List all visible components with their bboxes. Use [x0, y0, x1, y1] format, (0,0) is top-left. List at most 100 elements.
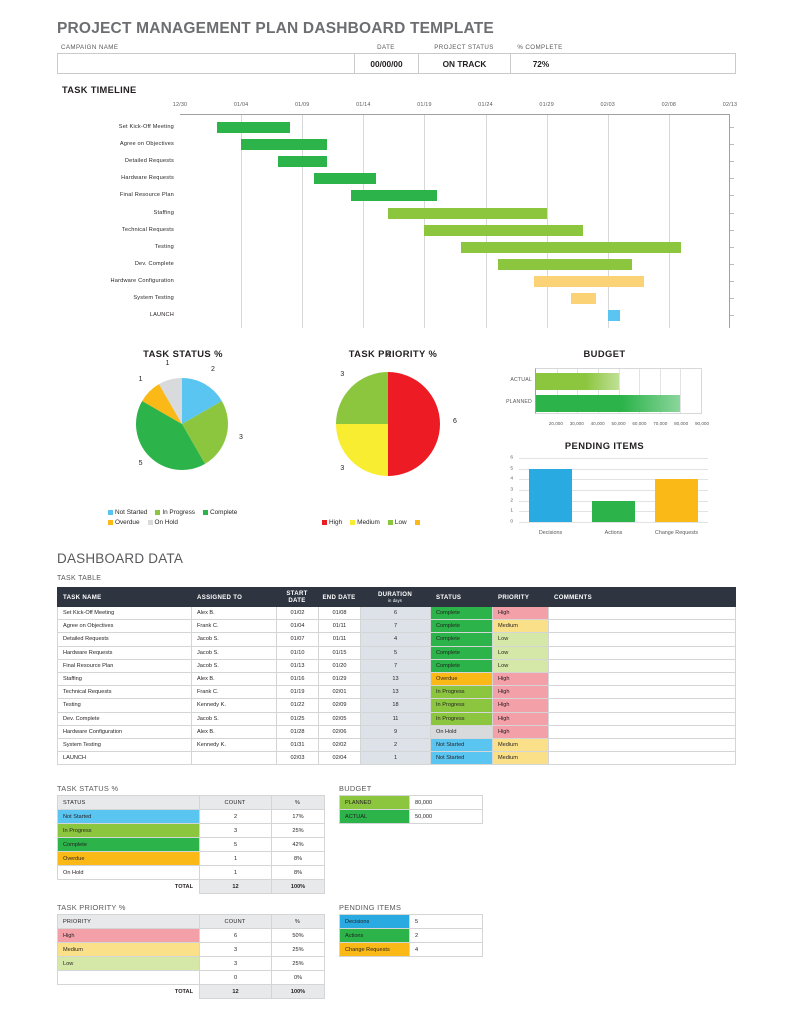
status-summary-row: Complete 5 42%: [57, 837, 325, 852]
legend-swatch-icon: [414, 520, 420, 525]
status-col-count: COUNT: [199, 795, 272, 810]
gantt-bar[interactable]: [241, 139, 327, 151]
table-row[interactable]: Agree on Objectives Frank C. 01/04 01/11 7 Co…: [57, 619, 736, 634]
pending-summary-row: Decisions 5: [339, 914, 483, 929]
legend-item[interactable]: In Progress: [155, 509, 195, 516]
cell-task-name: Agree on Objectives: [57, 619, 192, 634]
gantt-bar[interactable]: [571, 293, 596, 304]
pie-data-label: 2: [211, 366, 215, 374]
table-row[interactable]: Dev. Complete Jacob S. 01/25 02/05 11 In Prog…: [57, 711, 736, 726]
status-summary-heading: TASK STATUS %: [57, 784, 119, 793]
legend-item[interactable]: Not Started: [108, 509, 147, 516]
gantt-bar[interactable]: [216, 122, 290, 133]
legend-swatch-icon: [147, 520, 153, 525]
cell-priority: High: [492, 605, 549, 621]
table-row[interactable]: System Testing Kennedy K. 01/31 02/02 2 Not S…: [57, 737, 736, 753]
cell-assigned-to: Alex B.: [191, 671, 277, 687]
pie-slice-high[interactable]: [388, 372, 440, 476]
gantt-bar[interactable]: [461, 241, 682, 253]
col-task-name[interactable]: TASK NAME: [57, 587, 192, 607]
table-row[interactable]: Hardware Configuration Alex B. 01/28 02/06 9…: [57, 724, 736, 739]
gantt-bar[interactable]: [351, 190, 437, 202]
priority-summary-count: 0: [199, 970, 272, 985]
col-assigned-to[interactable]: ASSIGNED TO: [191, 587, 277, 607]
legend-item[interactable]: Complete: [203, 509, 237, 516]
table-row[interactable]: Hardware Requests Jacob S. 01/10 01/15 5 Comp…: [57, 645, 736, 660]
col-priority[interactable]: PRIORITY: [492, 587, 549, 607]
table-row[interactable]: Detailed Requests Jacob S. 01/07 01/11 4 Comp…: [57, 632, 736, 647]
col-start-date[interactable]: START DATE: [276, 587, 319, 607]
pending-bar[interactable]: [529, 468, 572, 522]
legend-item[interactable]: Low: [387, 519, 407, 526]
cell-status: Complete: [430, 658, 493, 673]
cell-comments[interactable]: [548, 658, 736, 673]
cell-comments[interactable]: [548, 619, 736, 634]
table-row[interactable]: Final Resource Plan Jacob S. 01/13 01/20 7 Co…: [57, 658, 736, 673]
cell-comments[interactable]: [548, 671, 736, 687]
pie-slice-low[interactable]: [336, 372, 388, 424]
legend-item[interactable]: On Hold: [147, 519, 178, 526]
cell-comments[interactable]: [548, 605, 736, 621]
cell-comments[interactable]: [548, 632, 736, 647]
legend-item[interactable]: [414, 520, 422, 525]
table-row[interactable]: Testing Kennedy K. 01/22 02/09 18 In Progress…: [57, 698, 736, 713]
cell-start-date: 01/31: [276, 737, 319, 753]
pending-y-tick: 4: [510, 476, 513, 482]
budget-bar[interactable]: [536, 373, 619, 390]
budget-summary-value[interactable]: 50,000: [409, 809, 483, 824]
table-row[interactable]: Technical Requests Frank C. 01/19 02/01 13 In…: [57, 685, 736, 700]
legend-item[interactable]: Overdue: [108, 519, 140, 526]
pending-summary-value[interactable]: 5: [409, 914, 483, 929]
gantt-bar[interactable]: [497, 258, 633, 270]
gantt-bar[interactable]: [534, 275, 645, 287]
gantt-task-label: Final Resource Plan: [119, 192, 174, 199]
gantt-bar[interactable]: [277, 156, 327, 168]
cell-comments[interactable]: [548, 751, 736, 766]
budget-bar[interactable]: [536, 395, 681, 412]
pending-y-tick: 5: [510, 466, 513, 472]
col-status[interactable]: STATUS: [430, 587, 493, 607]
legend-item[interactable]: Medium: [350, 519, 380, 526]
col-comments[interactable]: COMMENTS: [548, 587, 736, 607]
pending-summary-value[interactable]: 2: [409, 928, 483, 943]
cell-end-date: 01/20: [318, 658, 361, 673]
cell-start-date: 01/28: [276, 724, 319, 739]
date-value[interactable]: 00/00/00: [355, 54, 419, 73]
budget-summary-value[interactable]: 80,000: [409, 795, 483, 810]
legend-item[interactable]: High: [322, 519, 342, 526]
pending-summary-value[interactable]: 4: [409, 942, 483, 957]
cell-start-date: 01/13: [276, 658, 319, 673]
priority-summary-pct: 0%: [271, 970, 325, 985]
status-summary-count: 1: [199, 851, 272, 866]
col-end-date[interactable]: END DATE: [318, 587, 361, 607]
pending-bar[interactable]: [655, 479, 698, 522]
priority-summary-count: 6: [199, 928, 272, 943]
cell-comments[interactable]: [548, 685, 736, 700]
cell-end-date: 02/05: [318, 711, 361, 726]
cell-priority: High: [492, 711, 549, 726]
project-status-value[interactable]: ON TRACK: [419, 54, 511, 73]
table-row[interactable]: Staffing Alex B. 01/16 01/29 13 Overdue High: [57, 671, 736, 687]
cell-comments[interactable]: [548, 698, 736, 713]
percent-complete-value[interactable]: 72%: [511, 54, 571, 73]
cell-comments[interactable]: [548, 645, 736, 660]
pending-bar[interactable]: [592, 500, 635, 522]
status-summary-label: Complete: [57, 837, 200, 852]
table-row[interactable]: Set Kick-Off Meeting Alex B. 01/02 01/08 6 Co…: [57, 605, 736, 621]
cell-comments[interactable]: [548, 711, 736, 726]
legend-swatch-icon: [387, 520, 393, 525]
gantt-gridline: [607, 114, 609, 328]
gantt-minor-tick: [730, 229, 734, 231]
gantt-bar[interactable]: [387, 207, 547, 219]
cell-assigned-to: Frank C.: [191, 685, 277, 700]
campaign-name-input[interactable]: [58, 54, 355, 73]
table-row[interactable]: LAUNCH 02/03 02/04 1 Not Started Medium: [57, 751, 736, 766]
gantt-bar[interactable]: [314, 173, 376, 185]
cell-end-date: 02/04: [318, 751, 361, 766]
gantt-bar[interactable]: [424, 224, 584, 236]
cell-start-date: 01/25: [276, 711, 319, 726]
gantt-bar[interactable]: [607, 310, 620, 322]
cell-comments[interactable]: [548, 737, 736, 753]
cell-comments[interactable]: [548, 724, 736, 739]
col-duration[interactable]: DURATION in days: [360, 587, 431, 607]
